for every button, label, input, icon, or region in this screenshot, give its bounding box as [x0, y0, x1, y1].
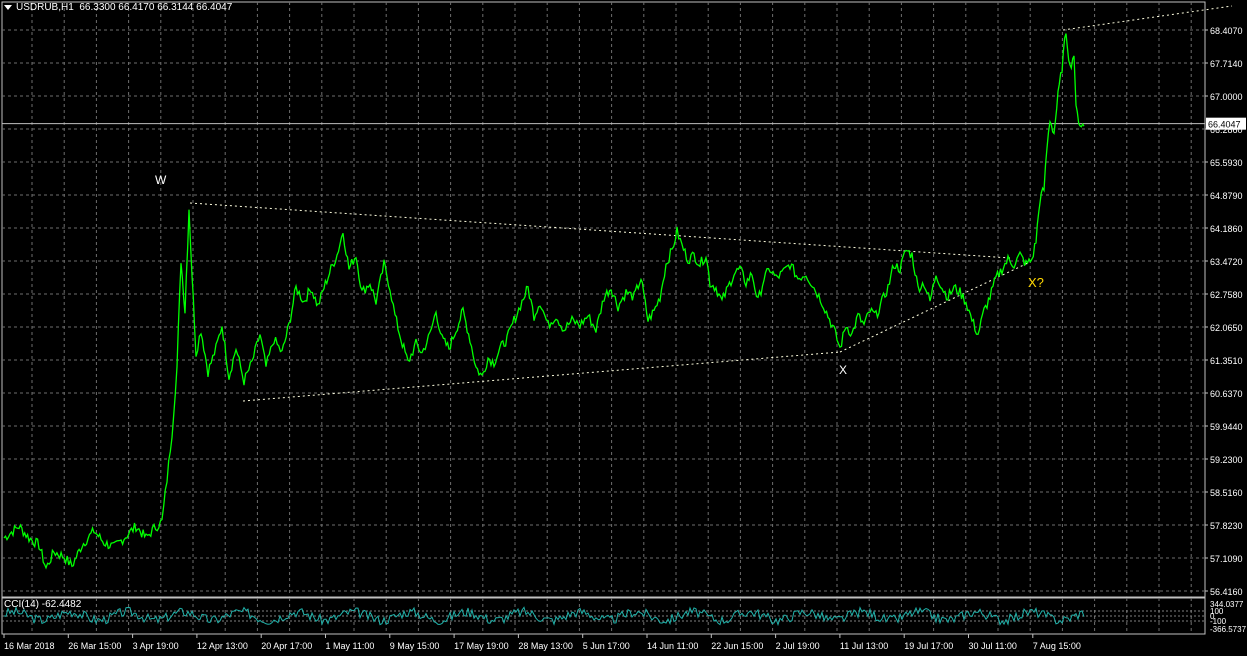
time-tick-label: 26 Mar 15:00 — [68, 641, 121, 651]
main-plot-frame — [1, 1, 1206, 598]
price-tick-label: 59.9440 — [1210, 422, 1243, 432]
wave-label-x-question: X? — [1028, 275, 1044, 290]
price-tick-label: 65.5930 — [1210, 158, 1243, 168]
price-tick-label: 64.1860 — [1210, 224, 1243, 234]
symbol-name: USDRUB,H1 — [16, 2, 74, 13]
wave-lower-line — [242, 351, 841, 402]
time-tick-label: 30 Jul 11:00 — [969, 641, 1017, 651]
price-tick-label: 56.4160 — [1210, 587, 1243, 597]
time-tick-label: 2 Jul 19:00 — [776, 641, 820, 651]
time-tick-label: 5 Jun 17:00 — [583, 641, 630, 651]
price-series-line — [3, 33, 1085, 570]
price-tick-label: 68.4070 — [1210, 26, 1243, 36]
time-tick-label: 16 Mar 2018 — [4, 641, 55, 651]
time-tick-label: 1 May 11:00 — [326, 641, 375, 651]
price-tick-label: 61.3510 — [1210, 356, 1243, 366]
price-tick-label: 57.1090 — [1210, 554, 1243, 564]
price-chart-canvas[interactable]: 68.407067.714067.000066.286065.593064.87… — [0, 0, 1247, 656]
chart-window[interactable]: 68.4070 67.7140 67.0000 66.2860 65.5930 64.87… — [0, 0, 1247, 656]
price-tick-label: 67.0000 — [1210, 92, 1243, 102]
price-tick-label: 63.4720 — [1210, 257, 1243, 267]
dropdown-triangle-icon[interactable] — [4, 4, 12, 10]
cci-header: CCI(14) -62.4482 — [4, 599, 81, 610]
price-tick-label: 57.8230 — [1210, 521, 1243, 531]
wave-label-x: X — [839, 363, 847, 377]
price-tick-label: 62.0650 — [1210, 323, 1243, 333]
price-tick-label: 58.5160 — [1210, 488, 1243, 498]
price-tick-label: 59.2300 — [1210, 455, 1243, 465]
current-price-label: 66.4047 — [1208, 120, 1241, 130]
time-tick-label: 7 Aug 15:00 — [1033, 641, 1081, 651]
time-tick-label: 22 Jun 15:00 — [711, 641, 763, 651]
time-tick-label: 11 Jul 13:00 — [840, 641, 888, 651]
time-tick-label: 17 May 19:00 — [454, 641, 509, 651]
time-tick-label: 14 Jun 11:00 — [647, 641, 698, 651]
time-tick-label: 3 Apr 19:00 — [133, 641, 179, 651]
price-tick-label: 60.6370 — [1210, 389, 1243, 399]
time-tick-label: 12 Apr 13:00 — [197, 641, 248, 651]
time-tick-label: 20 Apr 17:00 — [261, 641, 312, 651]
price-tick-label: 64.8790 — [1210, 191, 1243, 201]
time-tick-label: 19 Jul 17:00 — [904, 641, 953, 651]
cci-tick-label: -366.5737 — [1210, 625, 1247, 634]
price-tick-label: 67.7140 — [1210, 59, 1243, 69]
ohlc-values: 66.3300 66.4170 66.3144 66.4047 — [79, 2, 233, 13]
wave-rising-line — [839, 261, 1031, 353]
wave-label-w: W — [155, 173, 167, 187]
wave-upper-line — [189, 202, 1011, 259]
symbol-header: USDRUB,H1 66.3300 66.4170 66.3144 66.404… — [4, 2, 232, 13]
time-tick-label: 28 May 13:00 — [518, 641, 573, 651]
wave-top-line — [1062, 5, 1233, 31]
time-tick-label: 9 May 15:00 — [390, 641, 440, 651]
price-tick-label: 62.7580 — [1210, 290, 1243, 300]
cci-label: CCI(14) -62.4482 — [4, 599, 82, 610]
